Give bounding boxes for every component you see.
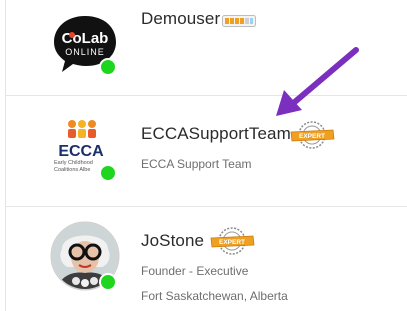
member-location: Fort Saskatchewan, Alberta: [141, 289, 288, 303]
member-name[interactable]: JoStone: [141, 231, 204, 251]
avatar-logo-title: CoLab: [62, 30, 109, 47]
expert-stamp-icon: EXPERT: [288, 120, 336, 150]
expert-stamp-icon: EXPERT: [208, 226, 256, 256]
online-status-icon: [99, 164, 117, 182]
online-status-icon: [99, 58, 117, 76]
online-status-icon: [99, 273, 117, 291]
member-name[interactable]: ECCASupportTeam: [141, 124, 291, 144]
avatar-logo-line1: Early Childhood: [54, 160, 93, 166]
badge-label: EXPERT: [299, 133, 325, 140]
level-bar-icon: [222, 14, 256, 27]
avatar-logo-title: ECCA: [58, 143, 104, 160]
member-role: Founder - Executive: [141, 264, 249, 278]
member-name[interactable]: Demouser: [141, 9, 220, 29]
annotation-arrow-icon: [276, 47, 359, 116]
avatar-logo-line2: Coalitions Albe: [54, 167, 90, 173]
member-list: CoLab ONLINE Demouser ECCA Early Childho…: [0, 0, 407, 311]
avatar-logo-subtitle: ONLINE: [65, 47, 105, 57]
member-subtitle: ECCA Support Team: [141, 157, 252, 171]
list-item[interactable]: JoStone EXPERT Founder - Executive Fort …: [6, 207, 407, 311]
badge-label: EXPERT: [219, 239, 245, 246]
